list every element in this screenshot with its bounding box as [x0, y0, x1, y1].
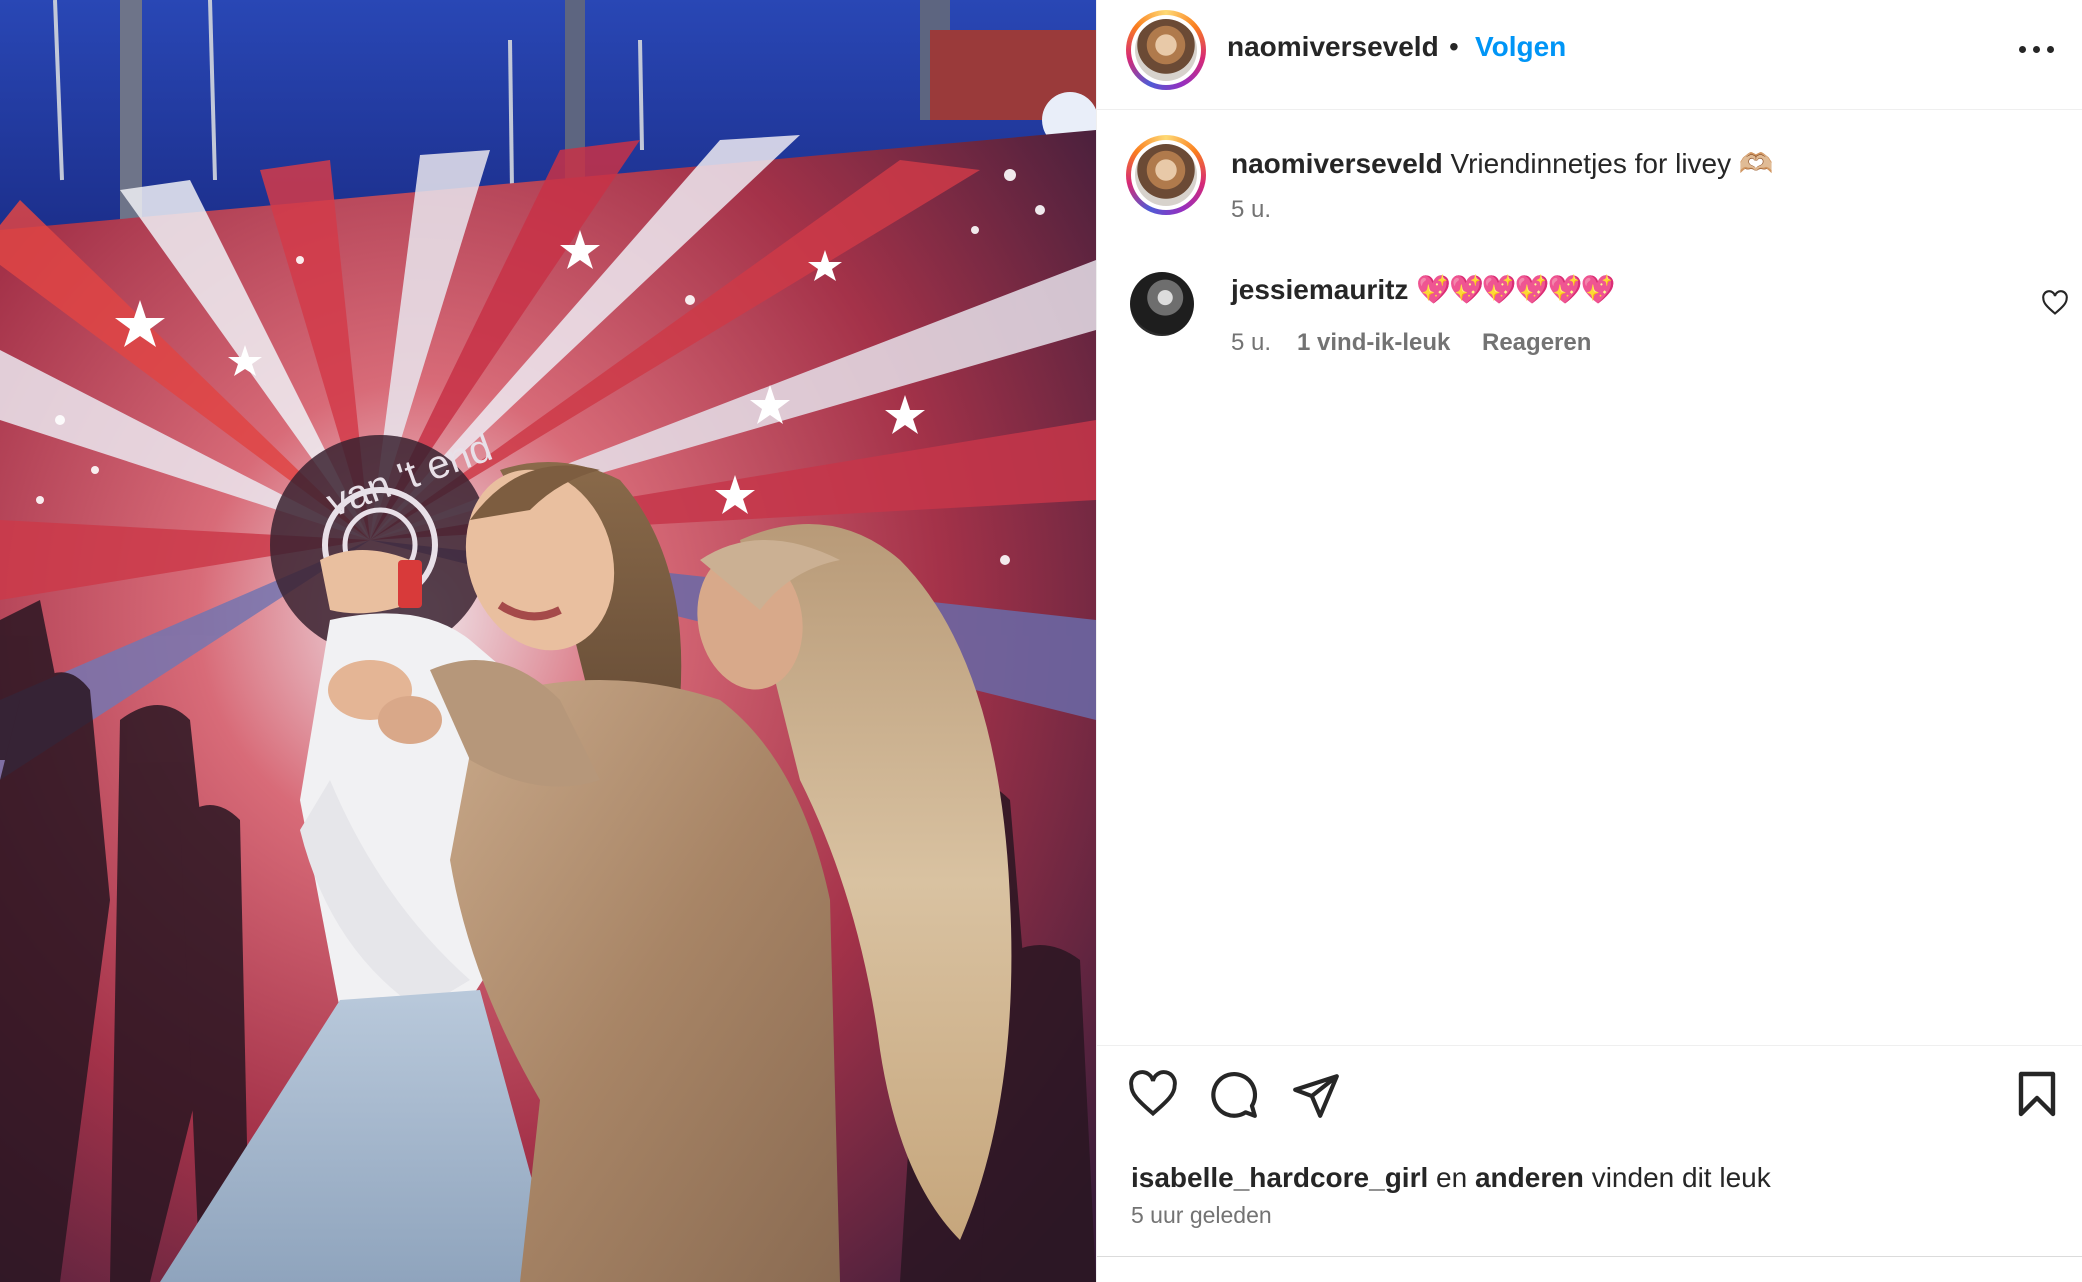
comment-username[interactable]: jessiemauritz [1231, 274, 1408, 305]
comment-likes[interactable]: 1 vind-ik-leuk [1297, 329, 1450, 357]
caption-text: Vriendinnetjes for livey [1450, 148, 1732, 179]
commenter-avatar[interactable] [1130, 272, 1194, 336]
likes-summary: isabelle_hardcore_girl en anderen vinden… [1131, 1162, 1771, 1194]
comment-time[interactable]: 5 u. [1231, 329, 1271, 357]
likes-suffix: vinden dit leuk [1591, 1162, 1771, 1193]
reply-button[interactable]: Reageren [1482, 329, 1591, 357]
caption-author-avatar[interactable] [1126, 135, 1206, 215]
post-photo-illustration: van 't end [0, 0, 1096, 1282]
more-options-icon[interactable] [2017, 30, 2057, 66]
save-bookmark-icon[interactable] [2015, 1070, 2071, 1126]
caption-emoji: 🫶🏼 [1738, 148, 1774, 179]
author-avatar[interactable] [1126, 10, 1206, 90]
post-photo[interactable]: van 't end [0, 0, 1096, 1282]
caption: naomiverseveld Vriendinnetjes for livey … [1231, 147, 1774, 180]
liker-username[interactable]: isabelle_hardcore_girl [1131, 1162, 1428, 1193]
likes-others-link[interactable]: anderen [1475, 1162, 1584, 1193]
post-timestamp[interactable]: 5 uur geleden [1131, 1202, 1272, 1229]
caption-time[interactable]: 5 u. [1231, 196, 1271, 224]
bottom-divider [1097, 1256, 2082, 1257]
like-heart-icon[interactable] [1127, 1070, 1183, 1126]
comment: jessiemauritz 💖💖💖💖💖💖 [1231, 273, 1615, 306]
action-divider [1097, 1045, 2082, 1046]
share-paper-plane-icon[interactable] [1291, 1070, 1347, 1126]
likes-connector: en [1436, 1162, 1468, 1193]
caption-username[interactable]: naomiverseveld [1231, 148, 1443, 179]
post-header: naomiverseveld • Volgen [1097, 0, 2082, 110]
header-separator: • [1449, 31, 1459, 62]
post-side-panel: naomiverseveld • Volgen naomiverseveld V… [1096, 0, 2082, 1282]
comment-bubble-icon[interactable] [1209, 1070, 1265, 1126]
follow-button[interactable]: Volgen [1475, 31, 1566, 63]
comment-heart-icon[interactable] [2041, 290, 2071, 318]
comment-text: 💖💖💖💖💖💖 [1416, 274, 1615, 305]
author-username[interactable]: naomiverseveld [1227, 31, 1439, 63]
